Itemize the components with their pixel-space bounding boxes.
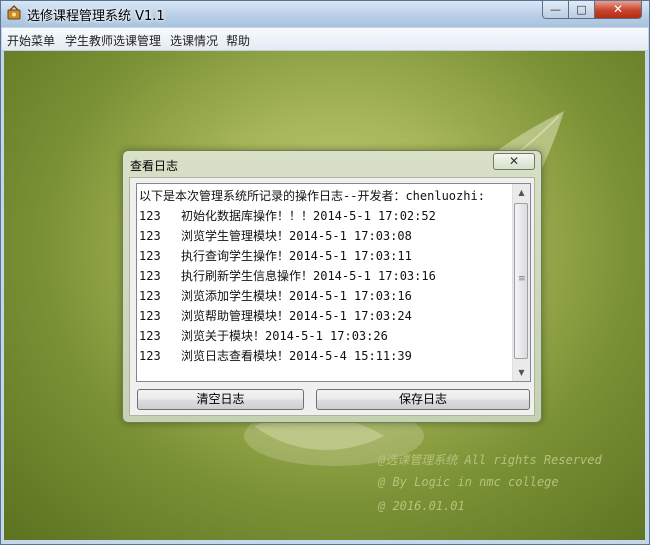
app-icon xyxy=(6,5,22,21)
menu-help[interactable]: 帮助 xyxy=(226,32,250,49)
maximize-button[interactable]: □ xyxy=(568,1,595,19)
dialog-body: 以下是本次管理系统所记录的操作日志--开发者：chenluozhi: 123 初始… xyxy=(129,177,535,416)
log-entry-text: 浏览添加学生模块！2014-5-1 17:03:16 xyxy=(181,289,412,303)
author-text: @ By Logic in nmc college xyxy=(378,475,559,489)
menu-bar: 开始菜单 学生教师选课管理 选课情况 帮助 xyxy=(2,28,648,51)
log-entry-id: 123 xyxy=(139,309,161,323)
log-lines: 以下是本次管理系统所记录的操作日志--开发者：chenluozhi: 123 初始… xyxy=(139,186,513,366)
log-entry: 123 初始化数据库操作！！！2014-5-1 17:02:52 xyxy=(139,206,513,226)
grip-icon: ≡ xyxy=(518,274,526,284)
dialog-title: 查看日志 xyxy=(130,159,179,173)
log-entry-id: 123 xyxy=(139,329,161,343)
minimize-button[interactable]: — xyxy=(542,1,569,19)
date-text: @ 2016.01.01 xyxy=(378,499,465,513)
log-entry-text: 执行查询学生操作！2014-5-1 17:03:11 xyxy=(181,249,412,263)
menu-selection-status[interactable]: 选课情况 xyxy=(170,32,218,49)
window-title: 选修课程管理系统 V1.1 xyxy=(27,9,165,24)
log-entry: 123 浏览添加学生模块！2014-5-1 17:03:16 xyxy=(139,286,513,306)
log-entry-text: 执行刷新学生信息操作！2014-5-1 17:03:16 xyxy=(181,269,436,283)
log-entry: 123 浏览日志查看模块！2014-5-4 15:11:39 xyxy=(139,346,513,366)
title-bar[interactable]: 选修课程管理系统 V1.1 — □ ✕ xyxy=(1,1,649,27)
log-textarea[interactable]: 以下是本次管理系统所记录的操作日志--开发者：chenluozhi: 123 初始… xyxy=(136,183,531,382)
close-button[interactable]: ✕ xyxy=(594,1,642,19)
log-entry: 123 浏览关于模块！2014-5-1 17:03:26 xyxy=(139,326,513,346)
log-entry-id: 123 xyxy=(139,349,161,363)
save-log-button[interactable]: 保存日志 xyxy=(316,389,530,410)
scroll-thumb[interactable]: ≡ xyxy=(514,203,528,359)
log-dialog: 查看日志 ✕ 以下是本次管理系统所记录的操作日志--开发者：chenluozhi… xyxy=(122,150,542,423)
dialog-close-button[interactable]: ✕ xyxy=(493,153,535,170)
log-entry-text: 初始化数据库操作！！！2014-5-1 17:02:52 xyxy=(181,209,436,223)
log-entry: 123 执行查询学生操作！2014-5-1 17:03:11 xyxy=(139,246,513,266)
log-entry-id: 123 xyxy=(139,209,161,223)
scroll-up-icon[interactable]: ▲ xyxy=(513,184,530,201)
clear-log-button[interactable]: 清空日志 xyxy=(137,389,304,410)
menu-start[interactable]: 开始菜单 xyxy=(7,32,55,49)
log-entry-text: 浏览关于模块！2014-5-1 17:03:26 xyxy=(181,329,388,343)
log-entry-id: 123 xyxy=(139,229,161,243)
log-entry: 123 浏览学生管理模块！2014-5-1 17:03:08 xyxy=(139,226,513,246)
log-header: 以下是本次管理系统所记录的操作日志--开发者：chenluozhi: xyxy=(139,189,485,203)
log-entry-text: 浏览帮助管理模块！2014-5-1 17:03:24 xyxy=(181,309,412,323)
log-entry-text: 浏览学生管理模块！2014-5-1 17:03:08 xyxy=(181,229,412,243)
log-entry-text: 浏览日志查看模块！2014-5-4 15:11:39 xyxy=(181,349,412,363)
log-entry-id: 123 xyxy=(139,289,161,303)
log-entry: 123 浏览帮助管理模块！2014-5-1 17:03:24 xyxy=(139,306,513,326)
log-entry-id: 123 xyxy=(139,249,161,263)
scroll-down-icon[interactable]: ▼ xyxy=(513,364,530,381)
log-entry: 123 执行刷新学生信息操作！2014-5-1 17:03:16 xyxy=(139,266,513,286)
vertical-scrollbar[interactable]: ▲ ≡ ▼ xyxy=(512,184,530,381)
log-entry-id: 123 xyxy=(139,269,161,283)
copyright-text: @选课管理系统 All rights Reserved xyxy=(378,453,602,467)
menu-course-management[interactable]: 学生教师选课管理 xyxy=(65,32,161,49)
